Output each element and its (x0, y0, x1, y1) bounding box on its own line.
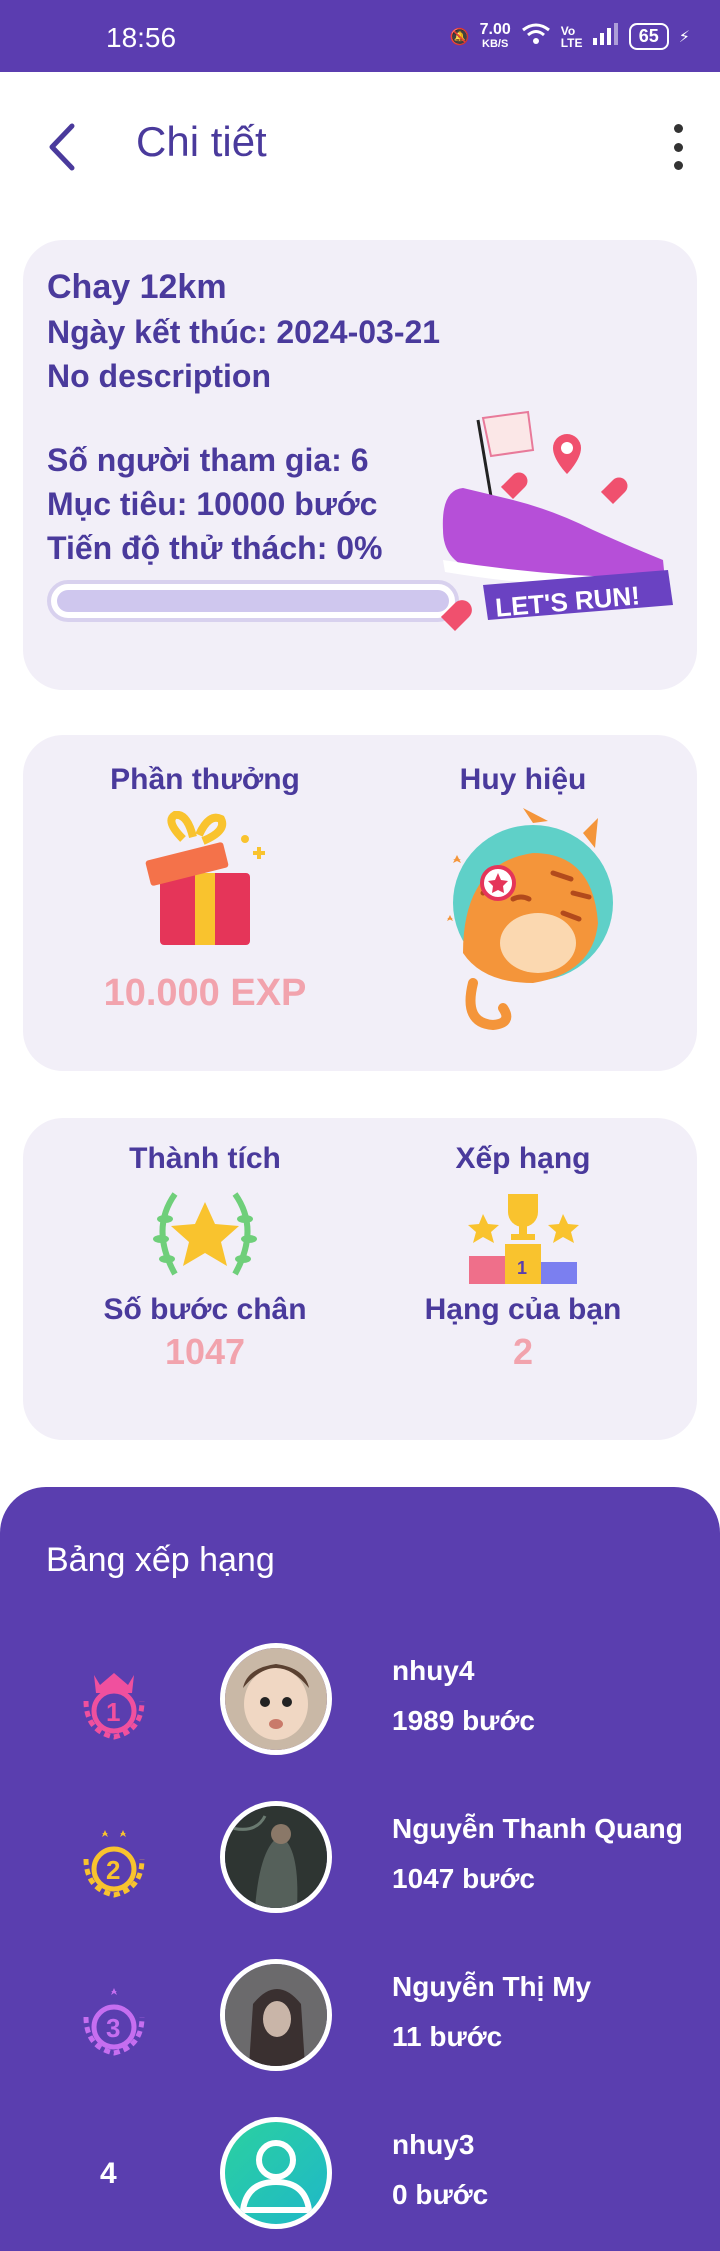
badge-column: Huy hiệu (363, 735, 683, 1038)
challenge-goal: Mục tiêu: 10000 bước (47, 486, 378, 522)
rank-value: 2 (512, 1331, 534, 1372)
svg-text:1: 1 (517, 1258, 527, 1278)
player-name: Nguyễn Thị My (392, 1971, 592, 2002)
player-steps: 1047 bước (392, 1863, 535, 1894)
app-header: Chi tiết (0, 72, 720, 222)
more-dot-icon (673, 124, 683, 133)
gift-box-icon (145, 810, 265, 945)
leaderboard-title: Bảng xếp hạng (46, 1541, 275, 1579)
status-icons: 🔕 7.00 KB/S Vo LTE 65 ⚡ (449, 20, 690, 51)
reward-value: 10.000 EXP (103, 972, 307, 1014)
network-speed: 7.00 KB/S (479, 20, 511, 50)
achievement-column: Thành tích Số bước chân 1047 (45, 1118, 365, 1373)
star-laurel-icon (153, 1192, 257, 1276)
svg-text:1: 1 (106, 1697, 120, 1727)
rank-2-medal-icon: 2 (83, 1830, 145, 1898)
leaderboard-row[interactable]: 3 Nguyễn Thị My 11 bước (0, 1939, 720, 2089)
user-icon (239, 2140, 313, 2213)
more-dot-icon (673, 161, 683, 170)
charging-icon: ⚡ (678, 28, 690, 46)
leaderboard-row[interactable]: 2 Nguyễn Thanh Quang 1047 bước (0, 1781, 720, 1931)
challenge-info-card: Chay 12km Ngày kết thúc: 2024-03-21 No d… (23, 240, 697, 690)
player-name: nhuy3 (392, 2129, 475, 2160)
achievement-title: Thành tích (129, 1142, 281, 1175)
avatar (220, 1959, 332, 2071)
stats-card: Thành tích Số bước chân 1047 Xếp hạng 1 … (23, 1118, 697, 1440)
steps-value: 1047 (164, 1331, 246, 1372)
challenge-name: Chay 12km (47, 268, 227, 306)
leaderboard-row[interactable]: 1 nhuy4 1989 bước (0, 1623, 720, 1773)
svg-text:3: 3 (106, 2013, 120, 2043)
back-button[interactable] (44, 122, 84, 172)
badge-title: Huy hiệu (459, 763, 587, 796)
svg-text:2: 2 (106, 1855, 120, 1885)
lets-run-sticker: LET'S RUN! (441, 410, 673, 631)
leaderboard-row[interactable]: 4 nhuy3 0 bước (0, 2097, 720, 2247)
avatar (220, 1643, 332, 1755)
reward-column: Phần thưởng 10.000 EXP (45, 735, 365, 1015)
leaderboard: Bảng xếp hạng 1 nhuy4 1989 bước 2 Nguyễn… (0, 1487, 720, 2251)
battery-icon: 65 (628, 23, 669, 50)
challenge-description: No description (47, 358, 272, 394)
signal-icon (592, 23, 619, 50)
player-steps: 1989 bước (392, 1705, 535, 1736)
status-bar: 18:56 🔕 7.00 KB/S Vo LTE 65 ⚡ (0, 0, 720, 72)
rank-number: 4 (100, 2157, 117, 2190)
progress-track (57, 590, 449, 612)
chevron-left-icon (49, 123, 75, 171)
ranking-title: Xếp hạng (455, 1142, 591, 1175)
player-steps: 11 bước (392, 2021, 503, 2052)
reward-title: Phần thưởng (110, 763, 300, 796)
status-time: 18:56 (106, 22, 177, 53)
default-avatar (220, 2117, 332, 2229)
player-name: nhuy4 (392, 1655, 475, 1686)
rank-1-medal-icon: 1 (83, 1673, 145, 1740)
rewards-card: Phần thưởng 10.000 EXP Huy hiệu (23, 735, 697, 1071)
player-steps: 0 bước (392, 2179, 489, 2210)
ranking-column: Xếp hạng 1 Hạng của bạn 2 (363, 1118, 683, 1373)
player-name: Nguyễn Thanh Quang (392, 1813, 683, 1844)
challenge-progress-text: Tiến độ thử thách: 0% (47, 530, 383, 566)
more-dot-icon (673, 142, 683, 152)
mute-icon: 🔕 (449, 28, 470, 46)
more-options-button[interactable] (672, 124, 684, 170)
challenge-progress-bar (47, 580, 459, 622)
rank-3-medal-icon: 3 (83, 1988, 145, 2056)
wifi-icon (521, 22, 551, 51)
challenge-end-date: Ngày kết thúc: 2024-03-21 (47, 314, 441, 350)
tiger-badge-icon (447, 808, 613, 1031)
participants-count: Số người tham gia: 6 (47, 442, 369, 478)
rank-label: Hạng của bạn (424, 1293, 622, 1326)
network-type: Vo LTE (560, 23, 583, 50)
trophy-podium-icon: 1 (468, 1194, 579, 1284)
avatar (220, 1801, 332, 1913)
page-title: Chi tiết (136, 118, 267, 165)
steps-label: Số bước chân (103, 1293, 307, 1326)
